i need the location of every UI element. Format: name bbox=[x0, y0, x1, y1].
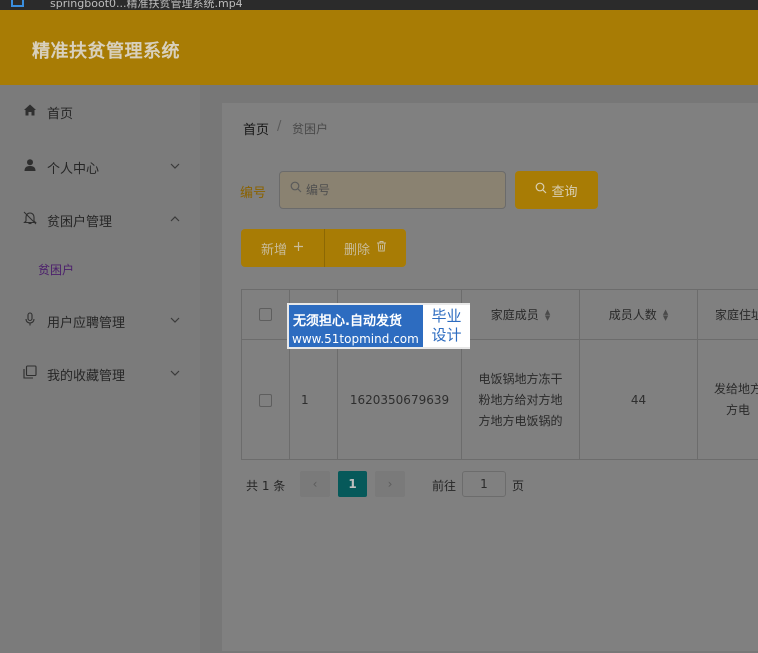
window-titlebar: springboot0...精准扶贫管理系统.mp4 bbox=[0, 0, 758, 10]
add-button-label: 新增 bbox=[260, 242, 287, 258]
pagination-total: 共 1 条 bbox=[246, 479, 286, 493]
search-icon bbox=[290, 181, 302, 197]
trash-icon bbox=[376, 240, 387, 256]
breadcrumb-current: 贫困户 bbox=[292, 122, 329, 136]
delete-button[interactable]: 删除 bbox=[324, 229, 406, 267]
row-checkbox[interactable] bbox=[259, 393, 272, 407]
header-members-cell[interactable]: 家庭成员 ▲ ▼ bbox=[462, 290, 580, 339]
copy-icon bbox=[23, 365, 37, 383]
sidebar: 首页 个人中心 贫困户管理 贫困户 用户应聘管理 我的收藏管理 bbox=[0, 85, 200, 653]
window-title: springboot0...精准扶贫管理系统.mp4 bbox=[50, 0, 243, 10]
column-header: 家庭成员 bbox=[490, 308, 539, 322]
sidebar-item-label: 贫困户管理 bbox=[47, 214, 113, 230]
prev-page-button[interactable]: ‹ bbox=[300, 471, 330, 497]
select-all-checkbox[interactable] bbox=[259, 308, 272, 321]
app-header: 精准扶贫管理系统 bbox=[0, 10, 758, 85]
members-text: 电饭锅地方冻干 粉地方给对方地 方地方电饭锅的 bbox=[470, 369, 570, 432]
sidebar-item-label: 我的收藏管理 bbox=[47, 368, 126, 384]
members-line: 方地方电饭锅的 bbox=[478, 413, 563, 428]
watermark-box-line1: 毕业 bbox=[431, 307, 462, 325]
table-row: 1 1620350679639 电饭锅地方冻干 粉地方给对方地 方地方电饭锅的 … bbox=[242, 340, 758, 459]
address-text: 发给地方 方电 bbox=[711, 379, 758, 421]
window-icon bbox=[11, 0, 24, 7]
query-button-label: 查询 bbox=[551, 184, 578, 200]
row-members-cell: 电饭锅地方冻干 粉地方给对方地 方地方电饭锅的 bbox=[462, 340, 580, 459]
members-line: 粉地方给对方地 bbox=[478, 392, 563, 407]
members-line: 电饭锅地方冻干 bbox=[478, 371, 563, 386]
row-select-cell bbox=[242, 340, 290, 459]
page-number-button[interactable]: 1 bbox=[338, 471, 367, 497]
sort-icon[interactable]: ▲ ▼ bbox=[545, 308, 550, 321]
next-page-button[interactable]: › bbox=[375, 471, 405, 497]
search-input[interactable] bbox=[306, 181, 496, 199]
sidebar-item-personal-center[interactable]: 个人中心 bbox=[0, 147, 200, 187]
sidebar-item-job-application-management[interactable]: 用户应聘管理 bbox=[0, 301, 200, 341]
chevron-down-icon bbox=[170, 162, 180, 173]
watermark-box-line2: 设计 bbox=[431, 326, 462, 344]
main-content: 首页 / 贫困户 编号 查询 新增 删除 bbox=[200, 85, 758, 653]
sidebar-item-label: 用户应聘管理 bbox=[47, 315, 126, 331]
sidebar-subitem-label: 贫困户 bbox=[38, 263, 75, 277]
column-header: 家庭住址 bbox=[715, 308, 758, 322]
row-count-cell: 44 bbox=[580, 340, 698, 459]
column-header: 成员人数 bbox=[608, 308, 657, 322]
watermark-url: www.51topmind.com bbox=[292, 332, 419, 346]
sidebar-item-label: 首页 bbox=[47, 106, 74, 122]
address-line: 方电 bbox=[725, 403, 750, 417]
pagination: 共 1 条 ‹ 1 › 前往 页 bbox=[246, 471, 646, 499]
delete-button-label: 删除 bbox=[343, 242, 370, 258]
goto-label: 前往 bbox=[432, 479, 457, 493]
breadcrumb-home[interactable]: 首页 bbox=[243, 119, 269, 138]
search-label: 编号 bbox=[240, 186, 267, 201]
bell-icon bbox=[23, 211, 37, 229]
home-icon bbox=[23, 103, 37, 121]
header-count-cell[interactable]: 成员人数 ▲ ▼ bbox=[580, 290, 698, 339]
goto-page-input[interactable] bbox=[462, 471, 506, 497]
chevron-up-icon bbox=[170, 215, 180, 226]
page-unit-label: 页 bbox=[512, 479, 525, 493]
content-panel: 编号 查询 新增 删除 bbox=[222, 151, 758, 651]
query-button[interactable]: 查询 bbox=[515, 171, 598, 209]
sort-icon[interactable]: ▲ ▼ bbox=[663, 308, 668, 321]
address-line: 发给地方 bbox=[713, 382, 758, 396]
sidebar-item-poor-household-management[interactable]: 贫困户管理 bbox=[0, 200, 200, 240]
watermark-logo-box: 毕业 设计 bbox=[423, 305, 470, 347]
breadcrumb-separator: / bbox=[277, 119, 282, 134]
system-title: 精准扶贫管理系统 bbox=[32, 41, 180, 62]
microphone-icon bbox=[23, 312, 37, 330]
chevron-down-icon bbox=[170, 316, 180, 327]
plus-icon bbox=[293, 241, 304, 256]
sidebar-item-label: 个人中心 bbox=[47, 161, 100, 177]
search-box[interactable] bbox=[279, 171, 506, 209]
sidebar-item-home[interactable]: 首页 bbox=[0, 92, 200, 132]
row-address-cell: 发给地方 方电 bbox=[698, 340, 758, 459]
add-button[interactable]: 新增 bbox=[241, 229, 324, 267]
search-icon bbox=[535, 182, 547, 198]
row-id-cell: 1620350679639 bbox=[338, 340, 462, 459]
sidebar-subitem-poor-household[interactable]: 贫困户 bbox=[0, 252, 200, 286]
watermark-line1: 无须担心.自动发货 bbox=[293, 314, 402, 329]
watermark-banner: 无须担心.自动发货 www.51topmind.com 毕业 设计 bbox=[287, 303, 470, 349]
breadcrumb: 首页 / 贫困户 bbox=[222, 103, 758, 153]
sidebar-item-favorites-management[interactable]: 我的收藏管理 bbox=[0, 354, 200, 394]
user-icon bbox=[23, 158, 37, 176]
header-select-cell bbox=[242, 290, 290, 339]
row-index-cell: 1 bbox=[290, 340, 338, 459]
header-address-cell[interactable]: 家庭住址 bbox=[698, 290, 758, 339]
chevron-down-icon bbox=[170, 369, 180, 380]
